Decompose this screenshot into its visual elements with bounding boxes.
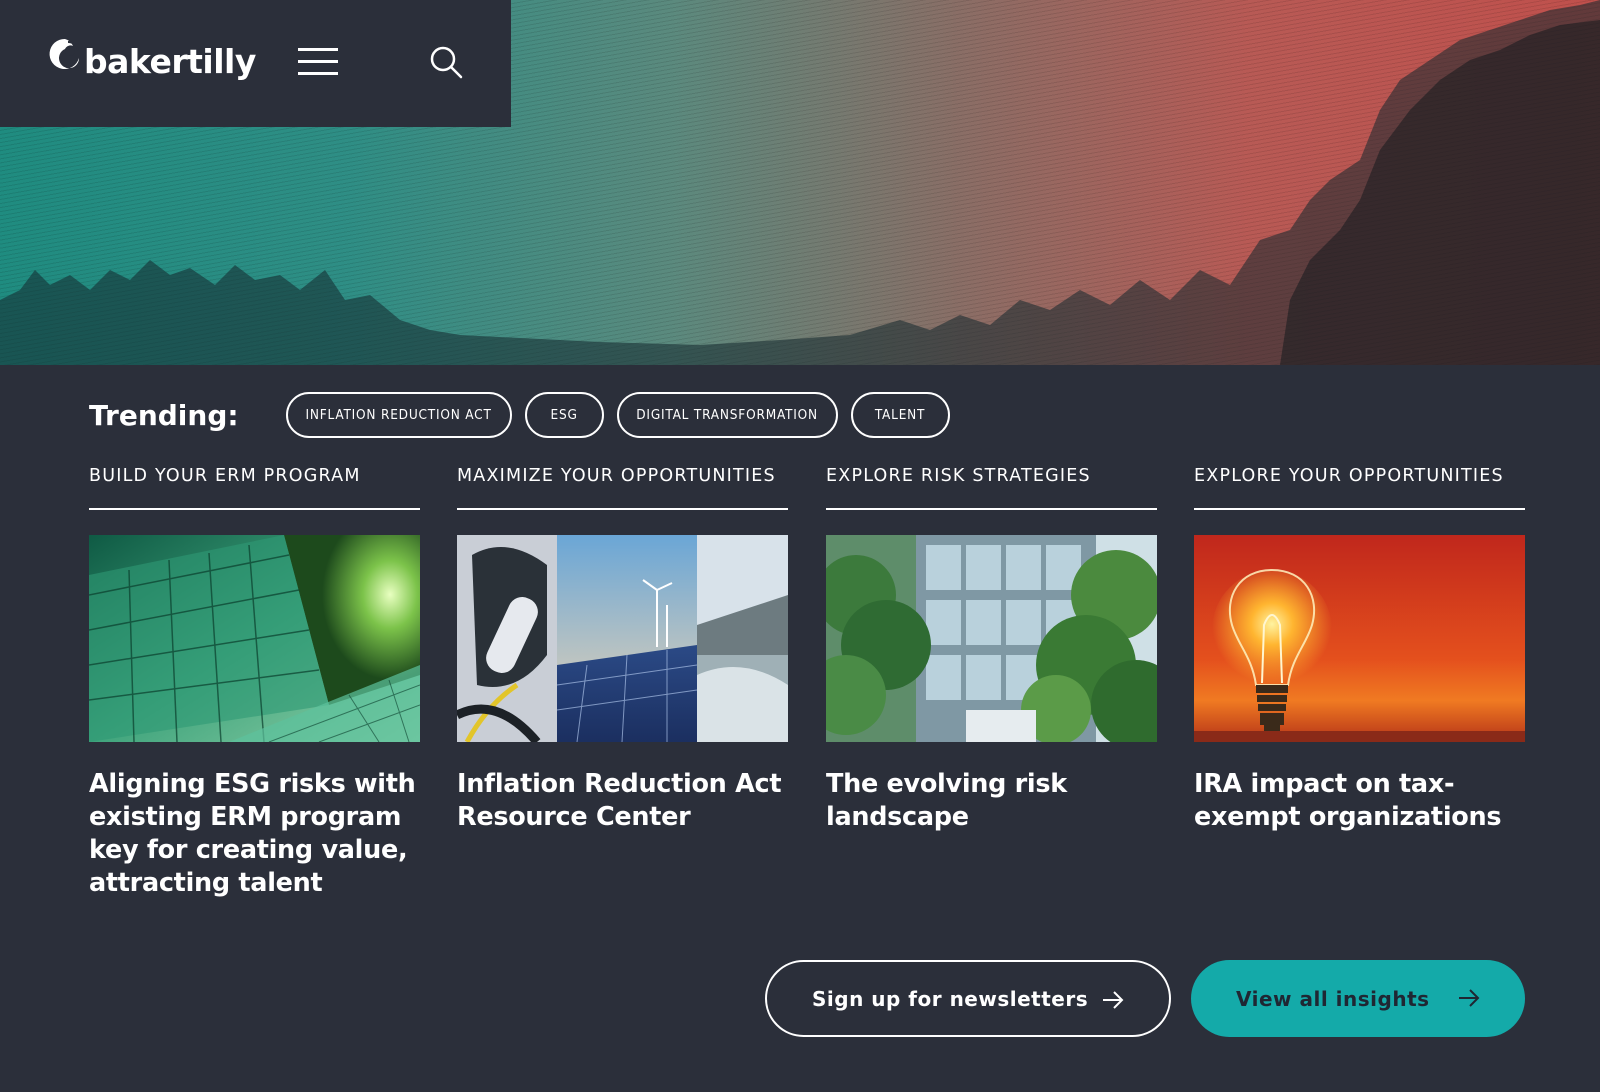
logo-mark-icon — [49, 38, 80, 69]
hamburger-icon-line — [298, 72, 338, 75]
newsletter-signup-button[interactable]: Sign up for newsletters — [765, 960, 1171, 1037]
clean-energy-image — [457, 535, 788, 742]
card-title[interactable]: Aligning ESG risks with existing ERM pro… — [89, 768, 420, 900]
trending-label: Trending: — [89, 398, 239, 432]
insights-button-label: View all insights — [1236, 986, 1430, 1011]
search-icon[interactable] — [428, 44, 464, 80]
site-header: bakertilly — [0, 0, 511, 127]
trending-tag-esg[interactable]: ESG — [524, 392, 604, 438]
logo-text: bakertilly — [84, 42, 256, 81]
card-heading[interactable]: BUILD YOUR ERM PROGRAM — [89, 466, 420, 510]
insight-card-risk: EXPLORE RISK STRATEGIES The evolving ris… — [826, 466, 1157, 834]
card-image-office-trees[interactable] — [826, 535, 1157, 742]
menu-button[interactable] — [298, 48, 340, 78]
arrow-right-icon — [1103, 991, 1124, 1009]
lightbulb-image — [1194, 535, 1525, 742]
card-image-clean-energy[interactable] — [457, 535, 788, 742]
card-title[interactable]: The evolving risk landscape — [826, 768, 1157, 834]
card-heading[interactable]: MAXIMIZE YOUR OPPORTUNITIES — [457, 466, 788, 510]
card-image-green-building[interactable] — [89, 535, 420, 742]
office-trees-image — [826, 535, 1157, 742]
card-heading[interactable]: EXPLORE YOUR OPPORTUNITIES — [1194, 466, 1525, 510]
insight-card-ira: MAXIMIZE YOUR OPPORTUNITIES Inflation Re… — [457, 466, 788, 834]
green-building-image — [89, 535, 420, 742]
card-image-lightbulb[interactable] — [1194, 535, 1525, 742]
trending-tag-talent[interactable]: TALENT — [850, 392, 950, 438]
bakertilly-logo[interactable]: bakertilly — [48, 36, 256, 78]
hamburger-icon-line — [298, 60, 338, 63]
insight-card-erm: BUILD YOUR ERM PROGRAM Aligning ESG risk… — [89, 466, 420, 900]
hamburger-icon — [298, 48, 338, 51]
card-title[interactable]: Inflation Reduction Act Resource Center — [457, 768, 788, 834]
trending-tag-inflation-reduction-act[interactable]: INFLATION REDUCTION ACT — [285, 392, 512, 438]
trending-tag-digital-transformation[interactable]: DIGITAL TRANSFORMATION — [616, 392, 838, 438]
insight-card-tax-exempt: EXPLORE YOUR OPPORTUNITIES IRA impact on… — [1194, 466, 1525, 834]
trending-bar: Trending: INFLATION REDUCTION ACT ESG DI… — [89, 392, 963, 438]
newsletter-button-label: Sign up for newsletters — [812, 986, 1089, 1011]
view-all-insights-button[interactable]: View all insights — [1191, 960, 1525, 1037]
card-title[interactable]: IRA impact on tax-exempt organizations — [1194, 768, 1525, 834]
arrow-right-icon — [1459, 989, 1480, 1007]
card-heading[interactable]: EXPLORE RISK STRATEGIES — [826, 466, 1157, 510]
